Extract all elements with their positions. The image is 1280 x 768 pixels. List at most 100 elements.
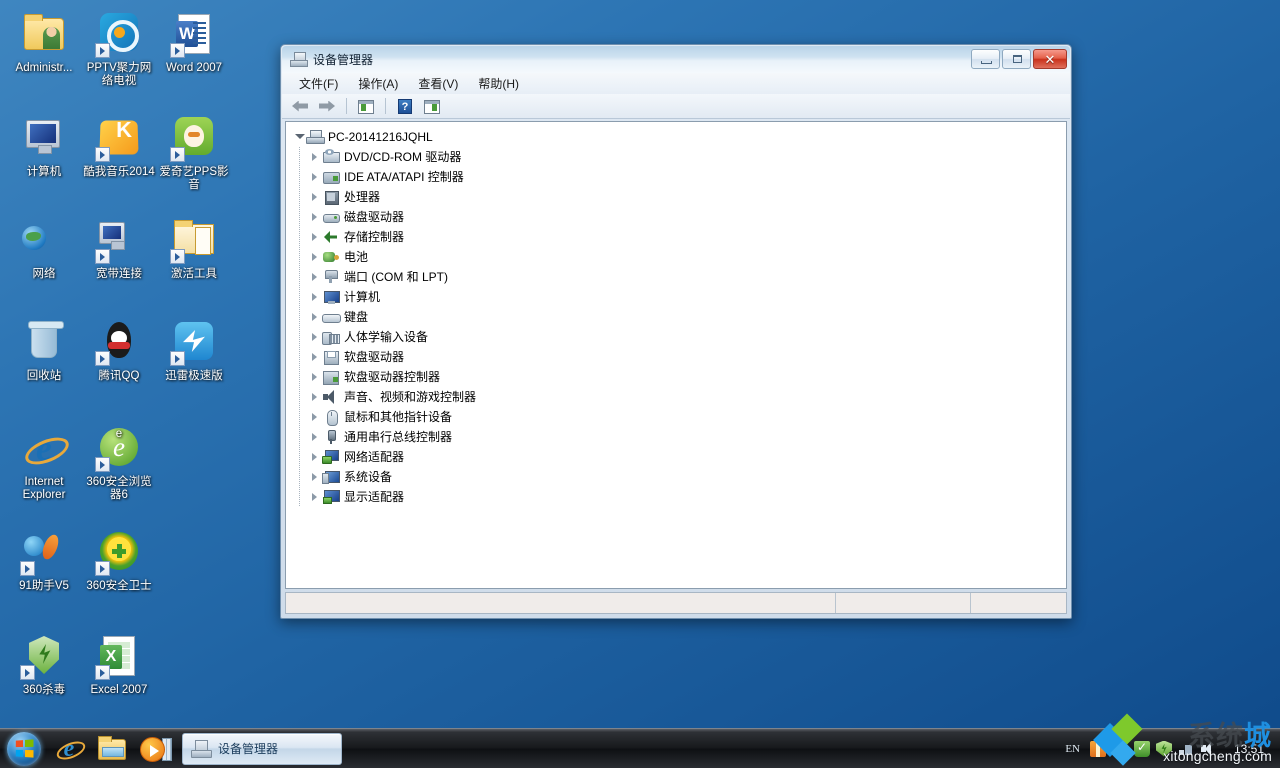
back-button[interactable] (288, 96, 312, 117)
window-titlebar[interactable]: 设备管理器 ✕ (282, 46, 1070, 73)
tree-node[interactable]: 键盘 (292, 307, 1066, 327)
expander-icon[interactable] (308, 307, 322, 327)
show-hidden-devices-button[interactable] (420, 96, 444, 117)
tree-connector (299, 207, 300, 227)
desktop-icon-3[interactable]: 计算机 (6, 114, 82, 179)
usb-controller-icon (322, 429, 340, 445)
start-button[interactable] (2, 730, 48, 768)
tray-360-icon[interactable] (1112, 740, 1128, 757)
tree-connector (299, 407, 300, 427)
desktop-icon-4[interactable]: 酷我音乐2014 (81, 114, 157, 179)
desktop-icon-6[interactable]: 网络 (6, 216, 82, 281)
expander-icon[interactable] (308, 147, 322, 167)
quicklaunch-explorer[interactable] (90, 730, 132, 768)
tree-node[interactable]: 电池 (292, 247, 1066, 267)
expander-icon[interactable] (308, 227, 322, 247)
close-button[interactable]: ✕ (1033, 49, 1067, 69)
tree-node[interactable]: DVD/CD-ROM 驱动器 (292, 147, 1066, 167)
expander-icon[interactable] (308, 447, 322, 467)
desktop-icon-13[interactable]: e 360安全浏览器6 (81, 424, 157, 502)
desktop-icon-12[interactable]: e Internet Explorer (6, 424, 82, 502)
expander-icon[interactable] (308, 467, 322, 487)
expander-icon[interactable] (308, 347, 322, 367)
pptv-icon (95, 10, 143, 58)
tree-node[interactable]: 软盘驱动器 (292, 347, 1066, 367)
tree-node[interactable]: 计算机 (292, 287, 1066, 307)
quicklaunch-ie[interactable]: e (48, 730, 90, 768)
tree-node[interactable]: 网络适配器 (292, 447, 1066, 467)
properties-button[interactable] (354, 96, 378, 117)
desktop-icon-0[interactable]: Administr... (6, 10, 82, 75)
expander-icon[interactable] (308, 247, 322, 267)
tree-node[interactable]: 磁盘驱动器 (292, 207, 1066, 227)
expander-icon[interactable] (308, 167, 322, 187)
expander-icon[interactable] (308, 187, 322, 207)
minimize-button[interactable] (971, 49, 1000, 69)
taskbar-item-device-manager[interactable]: 设备管理器 (182, 732, 342, 765)
folder-icon (170, 216, 218, 264)
maximize-button[interactable] (1002, 49, 1031, 69)
tray-antivirus-icon[interactable] (1156, 740, 1172, 757)
tree-node[interactable]: 人体学输入设备 (292, 327, 1066, 347)
tree-node[interactable]: 处理器 (292, 187, 1066, 207)
tree-node[interactable]: 鼠标和其他指针设备 (292, 407, 1066, 427)
shortcut-arrow-icon (95, 147, 110, 162)
tree-node[interactable]: 通用串行总线控制器 (292, 427, 1066, 447)
expander-icon[interactable] (308, 287, 322, 307)
expander-icon[interactable] (308, 207, 322, 227)
taskbar-clock[interactable]: 13:51 (1226, 742, 1272, 756)
desktop-icon-11[interactable]: 迅雷极速版 (156, 318, 232, 383)
expander-icon[interactable] (308, 267, 322, 287)
expander-icon[interactable] (308, 427, 322, 447)
quicklaunch-wmp[interactable] (132, 730, 174, 768)
expander-icon[interactable] (308, 487, 322, 507)
device-tree: PC-20141216JQHL DVD/CD-ROM 驱动器 IDE ATA/ATA… (286, 122, 1066, 507)
tree-connector (299, 147, 300, 167)
desktop-icon-7[interactable]: 宽带连接 (81, 216, 157, 281)
desktop-icon-2[interactable]: Word 2007 (156, 10, 232, 75)
desktop-icon-label: 酷我音乐2014 (83, 166, 155, 178)
tree-node[interactable]: 软盘驱动器控制器 (292, 367, 1066, 387)
tree-root-node[interactable]: PC-20141216JQHL (292, 127, 1066, 147)
desktop-icon-10[interactable]: 腾讯QQ (81, 318, 157, 383)
desktop-icon-5[interactable]: 爱奇艺PPS影音 (156, 114, 232, 192)
tree-node[interactable]: 端口 (COM 和 LPT) (292, 267, 1066, 287)
tree-node[interactable]: IDE ATA/ATAPI 控制器 (292, 167, 1066, 187)
expander-icon[interactable] (308, 387, 322, 407)
desktop-icon-label: 计算机 (26, 166, 62, 178)
device-manager-window[interactable]: 设备管理器 ✕ 文件(F) 操作(A) 查看(V) 帮助(H) ? PC-201412… (280, 44, 1072, 619)
tree-node[interactable]: 系统设备 (292, 467, 1066, 487)
tree-node[interactable]: 声音、视频和游戏控制器 (292, 387, 1066, 407)
tray-guard-icon[interactable] (1134, 740, 1150, 757)
tray-volume-icon[interactable] (1200, 741, 1216, 757)
menu-file[interactable]: 文件(F) (290, 73, 347, 94)
device-tree-panel[interactable]: PC-20141216JQHL DVD/CD-ROM 驱动器 IDE ATA/ATA… (285, 121, 1067, 589)
tray-gift-icon[interactable] (1090, 740, 1106, 757)
desktop-icon-17[interactable]: Excel 2007 (81, 632, 157, 697)
expander-icon[interactable] (308, 327, 322, 347)
menu-help[interactable]: 帮助(H) (469, 73, 528, 94)
tray-network-icon[interactable] (1178, 741, 1194, 757)
expander-icon[interactable] (292, 127, 306, 147)
help-button[interactable]: ? (393, 96, 417, 117)
tree-node[interactable]: 存储控制器 (292, 227, 1066, 247)
forward-button[interactable] (315, 96, 339, 117)
menu-action[interactable]: 操作(A) (349, 73, 407, 94)
internet-explorer-icon-art: e (24, 429, 64, 467)
language-indicator[interactable]: EN (1065, 743, 1080, 755)
device-manager-icon (191, 739, 212, 758)
desktop-icon-1[interactable]: PPTV聚力网络电视 (81, 10, 157, 88)
desktop-icon-15[interactable]: 360安全卫士 (81, 528, 157, 593)
desktop-icon-16[interactable]: 360杀毒 (6, 632, 82, 697)
taskbar-item-label: 设备管理器 (218, 742, 279, 756)
tree-node[interactable]: 显示适配器 (292, 487, 1066, 507)
menu-view[interactable]: 查看(V) (409, 73, 467, 94)
expander-icon[interactable] (308, 367, 322, 387)
desktop-icon-14[interactable]: 91助手V5 (6, 528, 82, 593)
desktop-icon-9[interactable]: 回收站 (6, 318, 82, 383)
window-title: 设备管理器 (313, 53, 374, 67)
desktop-icon-8[interactable]: 激活工具 (156, 216, 232, 281)
expander-icon[interactable] (308, 407, 322, 427)
tree-node-label: 鼠标和其他指针设备 (344, 410, 453, 424)
hid-icon (322, 329, 340, 345)
